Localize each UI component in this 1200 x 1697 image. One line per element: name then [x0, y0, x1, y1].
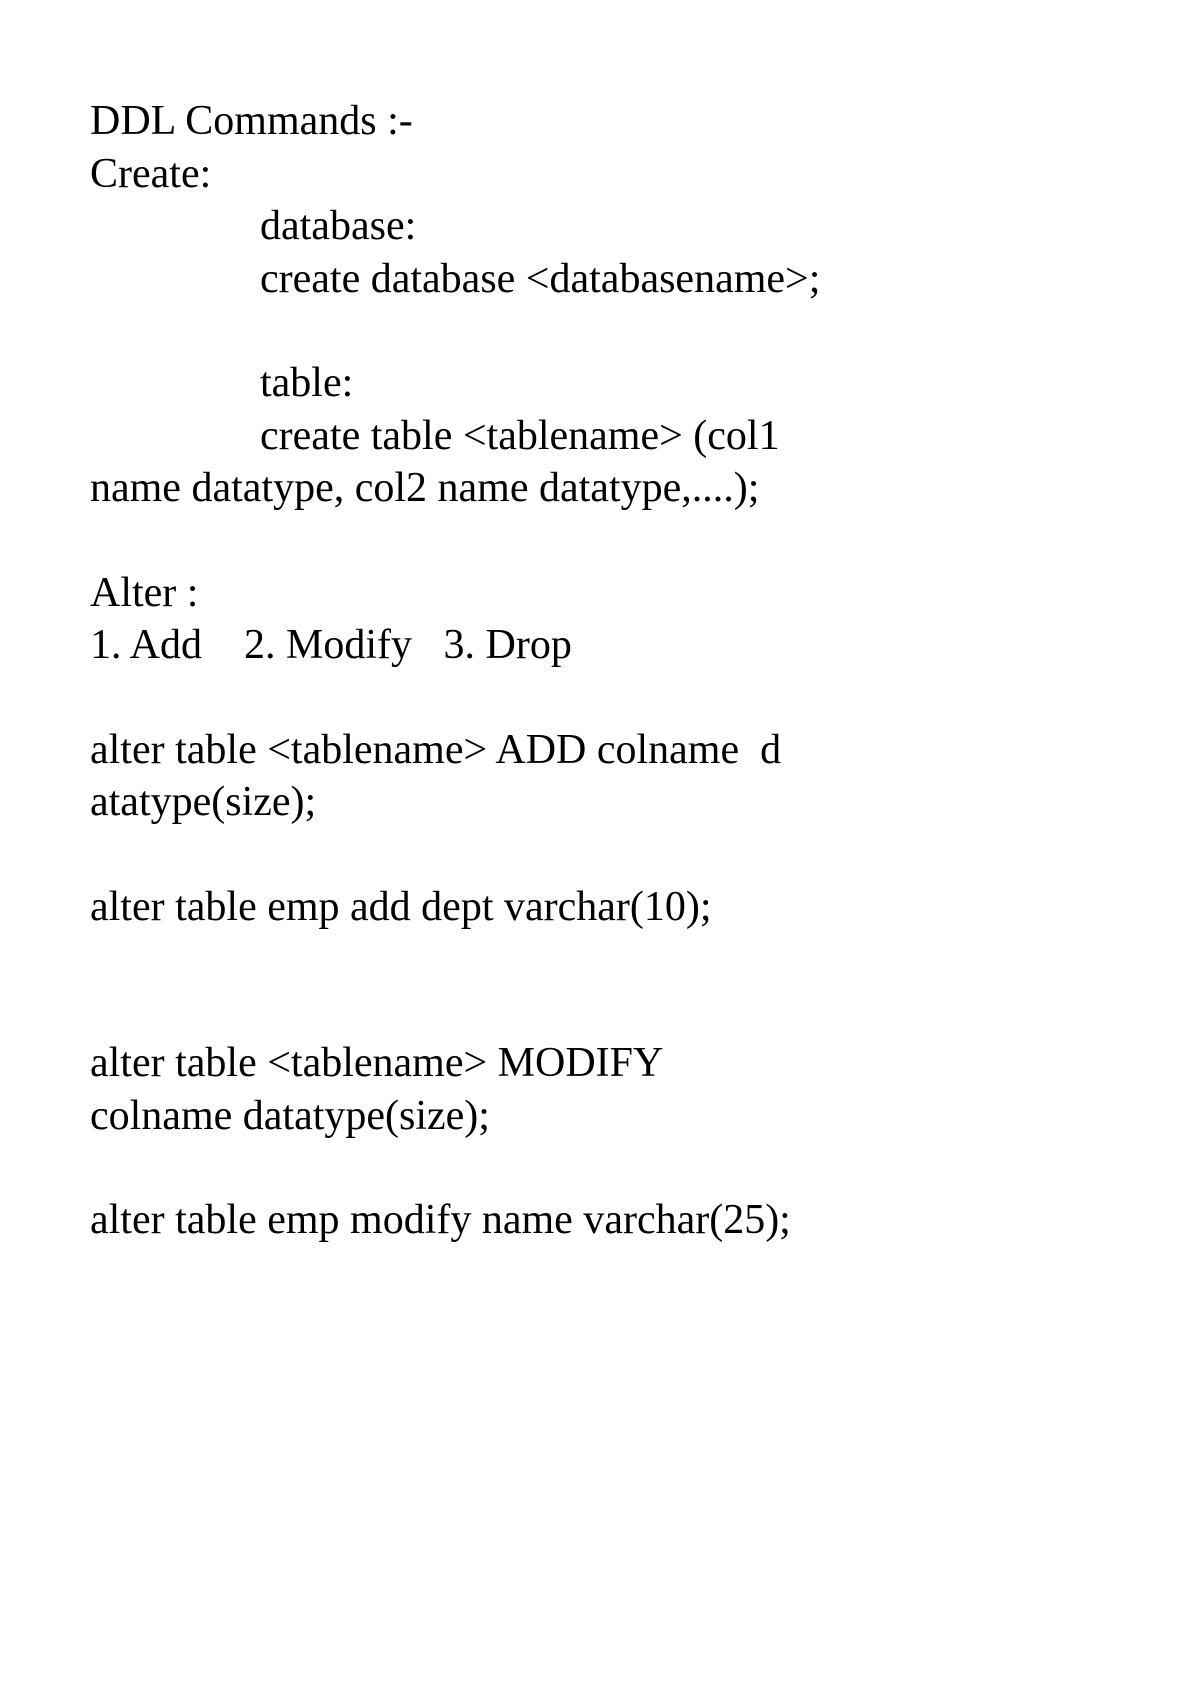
syntax-alter-add-line2: atatype(size); — [90, 776, 1110, 829]
heading-ddl: DDL Commands :- — [90, 95, 1110, 148]
heading-alter: Alter : — [90, 567, 1110, 620]
blank-line — [90, 672, 1110, 724]
label-database: database: — [90, 200, 1110, 253]
syntax-create-table-line1: create table <tablename> (col1 — [90, 410, 1110, 463]
example-alter-modify: alter table emp modify name varchar(25); — [90, 1194, 1110, 1247]
blank-line — [90, 985, 1110, 1037]
syntax-create-database: create database <databasename>; — [90, 253, 1110, 306]
blank-line — [90, 515, 1110, 567]
blank-line — [90, 305, 1110, 357]
example-alter-add: alter table emp add dept varchar(10); — [90, 881, 1110, 934]
syntax-create-table-line2: name datatype, col2 name datatype,....); — [90, 462, 1110, 515]
label-table: table: — [90, 357, 1110, 410]
syntax-alter-add-line1: alter table <tablename> ADD colname d — [90, 724, 1110, 777]
blank-line — [90, 829, 1110, 881]
heading-create: Create: — [90, 148, 1110, 201]
syntax-alter-modify-line2: colname datatype(size); — [90, 1090, 1110, 1143]
alter-options: 1. Add 2. Modify 3. Drop — [90, 619, 1110, 672]
blank-line — [90, 933, 1110, 985]
syntax-alter-modify-line1: alter table <tablename> MODIFY — [90, 1037, 1110, 1090]
document-page: DDL Commands :- Create: database: create… — [0, 0, 1200, 1697]
blank-line — [90, 1142, 1110, 1194]
